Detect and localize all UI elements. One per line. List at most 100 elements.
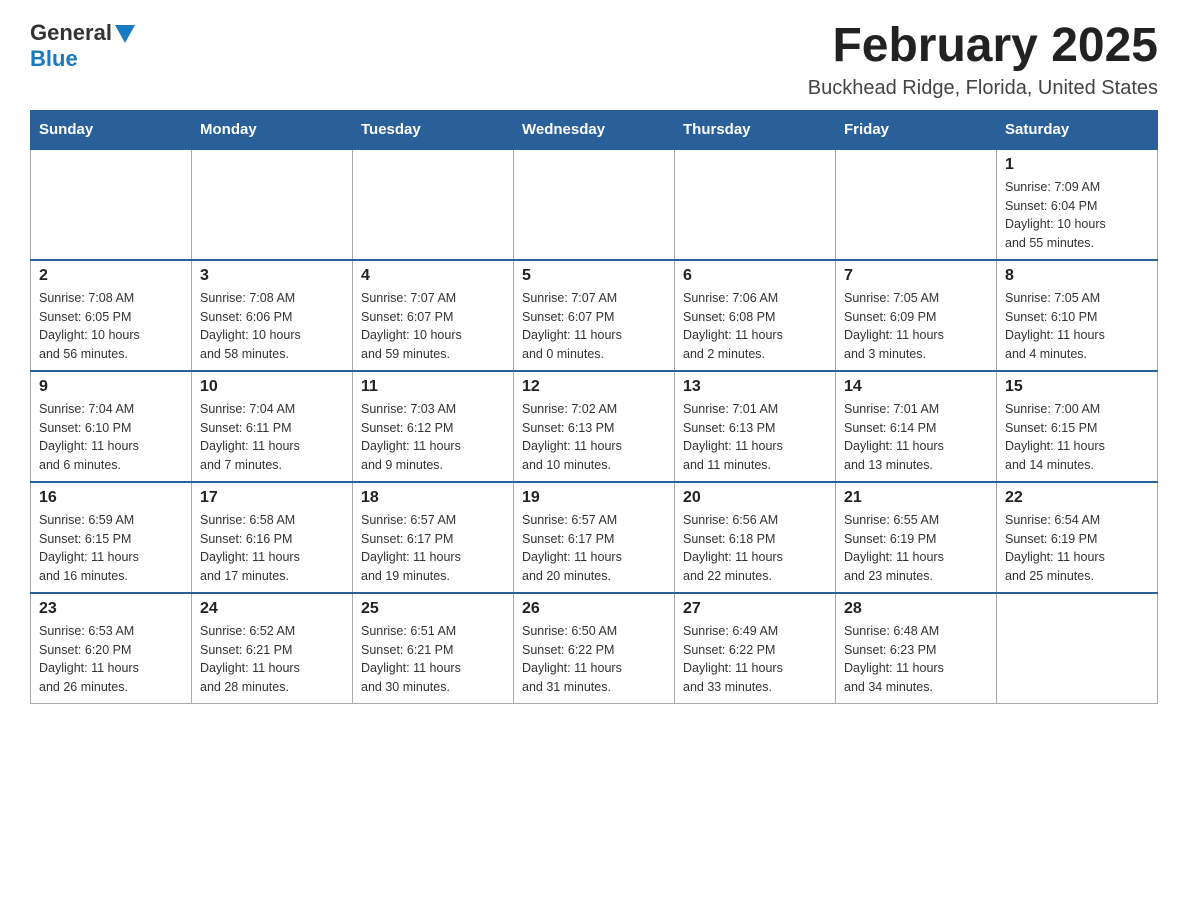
- day-info: Sunrise: 6:58 AMSunset: 6:16 PMDaylight:…: [200, 511, 344, 586]
- calendar-cell: 14 Sunrise: 7:01 AMSunset: 6:14 PMDayligh…: [836, 371, 997, 482]
- day-number: 12: [522, 378, 666, 396]
- calendar-cell: 11 Sunrise: 7:03 AMSunset: 6:12 PMDayligh…: [353, 371, 514, 482]
- calendar-week-2: 9Sunrise: 7:04 AMSunset: 6:10 PMDaylight…: [31, 371, 1158, 482]
- day-number: 23: [39, 600, 183, 618]
- day-number: 9: [39, 378, 183, 396]
- day-info: Sunrise: 7:07 AMSunset: 6:07 PMDaylight:…: [522, 289, 666, 364]
- day-number: 3: [200, 267, 344, 285]
- calendar-cell: [353, 149, 514, 260]
- day-info: Sunrise: 7:08 AMSunset: 6:06 PMDaylight:…: [200, 289, 344, 364]
- day-number: 8: [1005, 267, 1149, 285]
- calendar-cell: 6 Sunrise: 7:06 AMSunset: 6:08 PMDaylight…: [675, 260, 836, 371]
- calendar-week-3: 16 Sunrise: 6:59 AMSunset: 6:15 PMDayligh…: [31, 482, 1158, 593]
- day-info: Sunrise: 7:02 AMSunset: 6:13 PMDaylight:…: [522, 400, 666, 475]
- day-number: 7: [844, 267, 988, 285]
- day-number: 15: [1005, 378, 1149, 396]
- day-info: Sunrise: 7:04 AMSunset: 6:11 PMDaylight:…: [200, 400, 344, 475]
- calendar-header-thursday: Thursday: [675, 110, 836, 149]
- day-info: Sunrise: 6:49 AMSunset: 6:22 PMDaylight:…: [683, 622, 827, 697]
- day-info: Sunrise: 7:08 AMSunset: 6:05 PMDaylight:…: [39, 289, 183, 364]
- calendar-cell: 28 Sunrise: 6:48 AMSunset: 6:23 PMDayligh…: [836, 593, 997, 704]
- calendar-cell: 20Sunrise: 6:56 AMSunset: 6:18 PMDayligh…: [675, 482, 836, 593]
- day-info: Sunrise: 7:09 AMSunset: 6:04 PMDaylight:…: [1005, 178, 1149, 253]
- day-number: 21: [844, 489, 988, 507]
- calendar-cell: 1 Sunrise: 7:09 AMSunset: 6:04 PMDaylight…: [997, 149, 1158, 260]
- day-info: Sunrise: 7:00 AMSunset: 6:15 PMDaylight:…: [1005, 400, 1149, 475]
- calendar-cell: [836, 149, 997, 260]
- day-number: 2: [39, 267, 183, 285]
- day-number: 11: [361, 378, 505, 396]
- day-info: Sunrise: 7:07 AMSunset: 6:07 PMDaylight:…: [361, 289, 505, 364]
- day-info: Sunrise: 6:55 AMSunset: 6:19 PMDaylight:…: [844, 511, 988, 586]
- calendar-header-row: SundayMondayTuesdayWednesdayThursdayFrid…: [31, 110, 1158, 149]
- title-block: February 2025 Buckhead Ridge, Florida, U…: [808, 20, 1158, 100]
- calendar-cell: [997, 593, 1158, 704]
- calendar-header-monday: Monday: [192, 110, 353, 149]
- day-info: Sunrise: 7:01 AMSunset: 6:13 PMDaylight:…: [683, 400, 827, 475]
- day-info: Sunrise: 7:05 AMSunset: 6:09 PMDaylight:…: [844, 289, 988, 364]
- day-number: 25: [361, 600, 505, 618]
- calendar-cell: 17 Sunrise: 6:58 AMSunset: 6:16 PMDayligh…: [192, 482, 353, 593]
- calendar-cell: 5 Sunrise: 7:07 AMSunset: 6:07 PMDaylight…: [514, 260, 675, 371]
- logo-triangle-icon: [115, 25, 135, 43]
- calendar-cell: 22 Sunrise: 6:54 AMSunset: 6:19 PMDayligh…: [997, 482, 1158, 593]
- day-info: Sunrise: 6:54 AMSunset: 6:19 PMDaylight:…: [1005, 511, 1149, 586]
- calendar-cell: 2 Sunrise: 7:08 AMSunset: 6:05 PMDaylight…: [31, 260, 192, 371]
- calendar-cell: 15 Sunrise: 7:00 AMSunset: 6:15 PMDayligh…: [997, 371, 1158, 482]
- calendar-header-wednesday: Wednesday: [514, 110, 675, 149]
- day-number: 16: [39, 489, 183, 507]
- day-info: Sunrise: 6:53 AMSunset: 6:20 PMDaylight:…: [39, 622, 183, 697]
- calendar-week-1: 2 Sunrise: 7:08 AMSunset: 6:05 PMDaylight…: [31, 260, 1158, 371]
- page-header: General Blue February 2025 Buckhead Ridg…: [30, 20, 1158, 100]
- day-info: Sunrise: 7:06 AMSunset: 6:08 PMDaylight:…: [683, 289, 827, 364]
- day-info: Sunrise: 7:01 AMSunset: 6:14 PMDaylight:…: [844, 400, 988, 475]
- calendar-cell: 23 Sunrise: 6:53 AMSunset: 6:20 PMDayligh…: [31, 593, 192, 704]
- day-number: 18: [361, 489, 505, 507]
- day-number: 4: [361, 267, 505, 285]
- day-number: 26: [522, 600, 666, 618]
- day-number: 19: [522, 489, 666, 507]
- calendar-cell: 18Sunrise: 6:57 AMSunset: 6:17 PMDayligh…: [353, 482, 514, 593]
- calendar-cell: 12 Sunrise: 7:02 AMSunset: 6:13 PMDayligh…: [514, 371, 675, 482]
- day-number: 14: [844, 378, 988, 396]
- logo-blue-text: Blue: [30, 46, 78, 72]
- day-info: Sunrise: 7:03 AMSunset: 6:12 PMDaylight:…: [361, 400, 505, 475]
- logo: General Blue: [30, 20, 135, 72]
- day-info: Sunrise: 6:51 AMSunset: 6:21 PMDaylight:…: [361, 622, 505, 697]
- day-number: 24: [200, 600, 344, 618]
- day-number: 5: [522, 267, 666, 285]
- day-number: 22: [1005, 489, 1149, 507]
- day-number: 1: [1005, 156, 1149, 174]
- month-title: February 2025: [808, 20, 1158, 73]
- day-info: Sunrise: 6:59 AMSunset: 6:15 PMDaylight:…: [39, 511, 183, 586]
- day-info: Sunrise: 6:57 AMSunset: 6:17 PMDaylight:…: [522, 511, 666, 586]
- calendar-cell: 26 Sunrise: 6:50 AMSunset: 6:22 PMDayligh…: [514, 593, 675, 704]
- calendar-cell: 24 Sunrise: 6:52 AMSunset: 6:21 PMDayligh…: [192, 593, 353, 704]
- calendar-cell: 25 Sunrise: 6:51 AMSunset: 6:21 PMDayligh…: [353, 593, 514, 704]
- calendar-table: SundayMondayTuesdayWednesdayThursdayFrid…: [30, 110, 1158, 704]
- day-number: 6: [683, 267, 827, 285]
- calendar-cell: [514, 149, 675, 260]
- logo-general-text: General: [30, 20, 112, 46]
- calendar-week-4: 23 Sunrise: 6:53 AMSunset: 6:20 PMDayligh…: [31, 593, 1158, 704]
- calendar-cell: 10Sunrise: 7:04 AMSunset: 6:11 PMDayligh…: [192, 371, 353, 482]
- day-info: Sunrise: 6:52 AMSunset: 6:21 PMDaylight:…: [200, 622, 344, 697]
- day-number: 17: [200, 489, 344, 507]
- calendar-cell: 7 Sunrise: 7:05 AMSunset: 6:09 PMDaylight…: [836, 260, 997, 371]
- day-info: Sunrise: 6:48 AMSunset: 6:23 PMDaylight:…: [844, 622, 988, 697]
- calendar-cell: 4 Sunrise: 7:07 AMSunset: 6:07 PMDaylight…: [353, 260, 514, 371]
- day-number: 20: [683, 489, 827, 507]
- day-info: Sunrise: 7:05 AMSunset: 6:10 PMDaylight:…: [1005, 289, 1149, 364]
- day-number: 28: [844, 600, 988, 618]
- calendar-header-saturday: Saturday: [997, 110, 1158, 149]
- calendar-header-friday: Friday: [836, 110, 997, 149]
- day-info: Sunrise: 6:50 AMSunset: 6:22 PMDaylight:…: [522, 622, 666, 697]
- calendar-cell: 8 Sunrise: 7:05 AMSunset: 6:10 PMDaylight…: [997, 260, 1158, 371]
- location-title: Buckhead Ridge, Florida, United States: [808, 77, 1158, 100]
- calendar-cell: 16 Sunrise: 6:59 AMSunset: 6:15 PMDayligh…: [31, 482, 192, 593]
- calendar-cell: 3 Sunrise: 7:08 AMSunset: 6:06 PMDaylight…: [192, 260, 353, 371]
- calendar-cell: 27Sunrise: 6:49 AMSunset: 6:22 PMDayligh…: [675, 593, 836, 704]
- calendar-cell: 19 Sunrise: 6:57 AMSunset: 6:17 PMDayligh…: [514, 482, 675, 593]
- calendar-cell: 21 Sunrise: 6:55 AMSunset: 6:19 PMDayligh…: [836, 482, 997, 593]
- calendar-header-tuesday: Tuesday: [353, 110, 514, 149]
